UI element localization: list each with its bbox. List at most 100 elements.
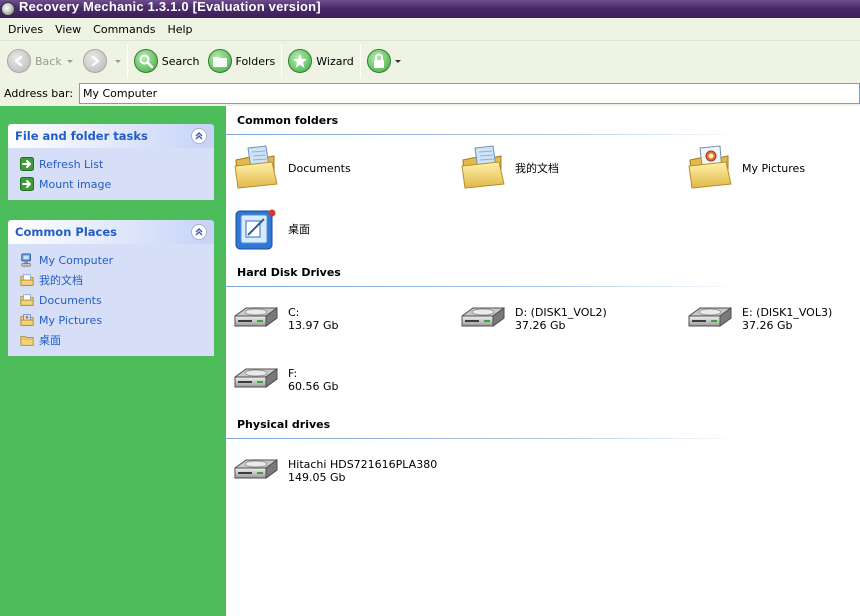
- search-icon: [133, 49, 158, 73]
- hard-drive-icon: [232, 363, 280, 397]
- collapse-chevron-icon[interactable]: [191, 224, 207, 240]
- forward-arrow-icon: [82, 49, 107, 73]
- place-desktop[interactable]: 桌面: [20, 330, 214, 350]
- window-title: Recovery Mechanic 1.3.1.0 [Evaluation ve…: [19, 0, 321, 14]
- item-name: 我的文档: [515, 161, 559, 175]
- place-documents[interactable]: Documents: [20, 290, 214, 310]
- folder-item-desktop[interactable]: 桌面: [232, 205, 310, 253]
- back-dropdown-icon[interactable]: [66, 59, 73, 63]
- place-label: 桌面: [39, 334, 61, 347]
- license-dropdown-icon[interactable]: [394, 59, 401, 63]
- folders-button[interactable]: Folders: [204, 44, 280, 78]
- place-my-documents-cn[interactable]: 我的文档: [20, 270, 214, 290]
- license-button[interactable]: [363, 44, 405, 78]
- task-refresh-list[interactable]: Refresh List: [20, 154, 214, 174]
- place-label: My Computer: [39, 253, 114, 267]
- drive-item-f[interactable]: F: 60.56 Gb: [232, 363, 339, 397]
- menu-commands[interactable]: Commands: [85, 23, 159, 36]
- menu-bar: Drives View Commands Help: [0, 18, 860, 41]
- physical-drive-item[interactable]: Hitachi HDS721616PLA380 149.05 Gb: [232, 454, 437, 488]
- folders-button-label: Folders: [235, 54, 276, 68]
- item-name: Documents: [288, 161, 351, 175]
- section-title-hard-disks: Hard Disk Drives: [237, 266, 341, 279]
- search-button-label: Search: [161, 54, 200, 68]
- drive-item-d[interactable]: D: (DISK1_VOL2) 37.26 Gb: [459, 302, 607, 336]
- section-title-physical-drives: Physical drives: [237, 418, 331, 431]
- drive-text: E: (DISK1_VOL3) 37.26 Gb: [742, 306, 832, 332]
- lock-icon: [366, 49, 391, 73]
- drive-text: F: 60.56 Gb: [288, 367, 339, 393]
- drive-name: E: (DISK1_VOL3): [742, 306, 833, 319]
- toolbar-separator: [126, 44, 128, 78]
- search-button[interactable]: Search: [130, 44, 204, 78]
- file-folder-tasks-title: File and folder tasks: [15, 129, 148, 143]
- file-folder-tasks-header[interactable]: File and folder tasks: [8, 124, 214, 148]
- common-places-body: My Computer 我的文档 Documents My Pictures 桌…: [8, 244, 214, 356]
- title-bar: Recovery Mechanic 1.3.1.0 [Evaluation ve…: [0, 0, 860, 18]
- drive-size: 37.26 Gb: [515, 319, 566, 332]
- toolbar: Back Search Folders Wizard: [0, 41, 860, 81]
- app-disc-icon: [1, 2, 15, 16]
- menu-view[interactable]: View: [47, 23, 85, 36]
- arrow-right-icon: [20, 177, 34, 191]
- hard-drive-icon: [459, 302, 507, 336]
- pictures-folder-icon: [20, 313, 34, 327]
- common-places-box: Common Places My Computer 我的文档 Documents…: [8, 220, 214, 356]
- menu-help[interactable]: Help: [159, 23, 196, 36]
- drive-item-e[interactable]: E: (DISK1_VOL3) 37.26 Gb: [686, 302, 832, 336]
- drive-text: D: (DISK1_VOL2) 37.26 Gb: [515, 306, 607, 332]
- place-label: 我的文档: [39, 274, 83, 287]
- folder-icon: [20, 273, 34, 287]
- section-divider: [226, 286, 746, 287]
- left-task-pane: File and folder tasks Refresh List Mount…: [0, 106, 226, 616]
- common-places-title: Common Places: [15, 225, 117, 239]
- toolbar-separator: [281, 44, 283, 78]
- pictures-folder-icon: [686, 144, 734, 192]
- back-button[interactable]: Back: [0, 44, 77, 78]
- place-my-pictures[interactable]: My Pictures: [20, 310, 214, 330]
- folder-item-documents[interactable]: Documents: [232, 144, 351, 192]
- hard-drive-icon: [686, 302, 734, 336]
- arrow-right-icon: [20, 157, 34, 171]
- drive-size: 37.26 Gb: [742, 319, 793, 332]
- documents-folder-icon: [232, 144, 280, 192]
- drive-text: Hitachi HDS721616PLA380 149.05 Gb: [288, 458, 437, 484]
- file-folder-tasks-box: File and folder tasks Refresh List Mount…: [8, 124, 214, 200]
- wizard-star-icon: [288, 49, 313, 73]
- section-divider: [226, 134, 746, 135]
- forward-dropdown-icon[interactable]: [114, 59, 121, 63]
- hard-drive-icon: [232, 454, 280, 488]
- desktop-icon: [232, 205, 280, 253]
- task-label: Mount image: [39, 177, 112, 191]
- section-title-common-folders: Common folders: [237, 114, 339, 127]
- main-content: Common folders Documents 我的文档 My Picture…: [226, 106, 860, 616]
- task-mount-image[interactable]: Mount image: [20, 174, 214, 194]
- folder-item-my-pictures[interactable]: My Pictures: [686, 144, 805, 192]
- address-bar: Address bar: My Computer: [0, 81, 860, 106]
- back-button-label: Back: [35, 54, 62, 68]
- place-my-computer[interactable]: My Computer: [20, 250, 214, 270]
- drive-text: C: 13.97 Gb: [288, 306, 339, 332]
- drive-item-c[interactable]: C: 13.97 Gb: [232, 302, 339, 336]
- folder-item-my-documents-cn[interactable]: 我的文档: [459, 144, 559, 192]
- wizard-button[interactable]: Wizard: [284, 44, 358, 78]
- address-input[interactable]: My Computer: [79, 83, 860, 104]
- file-folder-tasks-body: Refresh List Mount image: [8, 148, 214, 200]
- address-bar-label: Address bar:: [4, 87, 74, 100]
- section-divider: [226, 438, 746, 439]
- computer-icon: [20, 253, 34, 267]
- task-label: Refresh List: [39, 157, 104, 171]
- drive-name: D: (DISK1_VOL2): [515, 306, 607, 319]
- back-arrow-icon: [7, 49, 31, 73]
- collapse-chevron-icon[interactable]: [191, 128, 207, 144]
- place-label: Documents: [39, 293, 102, 307]
- menu-drives[interactable]: Drives: [0, 23, 47, 36]
- toolbar-separator: [359, 44, 361, 78]
- drive-size: 13.97 Gb: [288, 319, 339, 332]
- place-label: My Pictures: [39, 313, 103, 327]
- drive-size: 60.56 Gb: [288, 380, 339, 393]
- folders-icon: [207, 49, 232, 73]
- common-places-header[interactable]: Common Places: [8, 220, 214, 244]
- forward-button[interactable]: [77, 44, 125, 78]
- drive-name: C:: [288, 306, 300, 319]
